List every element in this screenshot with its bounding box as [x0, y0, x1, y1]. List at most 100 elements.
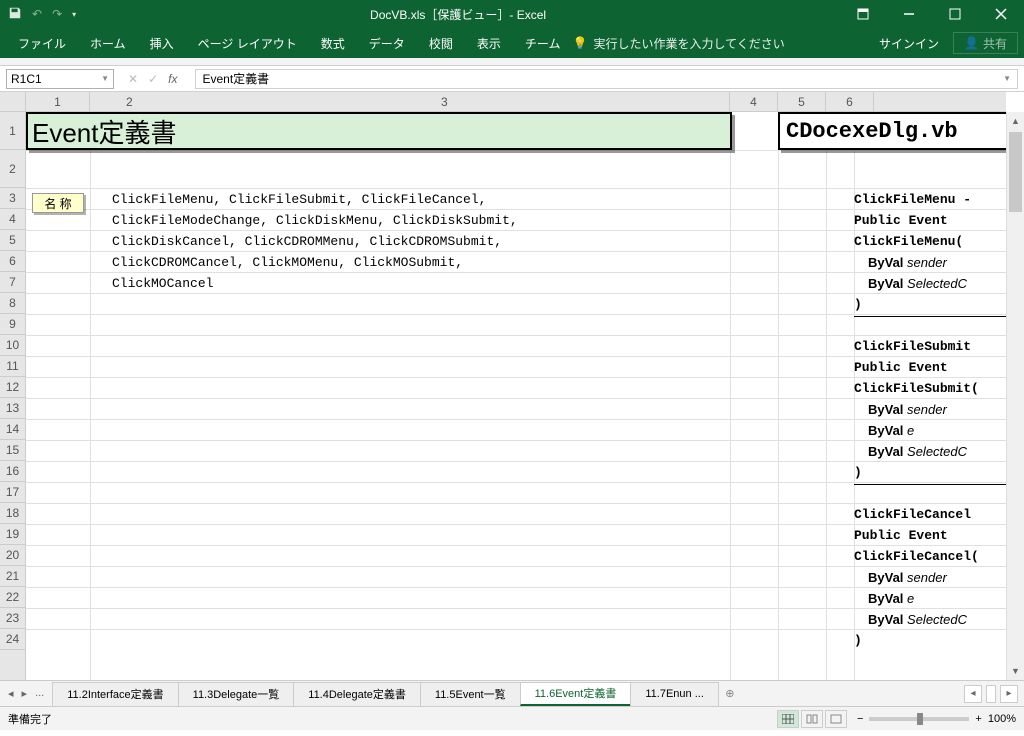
- row-header-3[interactable]: 3: [0, 188, 25, 209]
- rcell-r8[interactable]: ): [854, 297, 1024, 312]
- close-icon[interactable]: [978, 0, 1024, 28]
- hscroll-right-icon[interactable]: ▸: [1000, 685, 1018, 703]
- hscroll-track[interactable]: [986, 685, 996, 703]
- rcell-r12[interactable]: ClickFileSubmit(: [854, 381, 1024, 396]
- row-header-1[interactable]: 1: [0, 112, 25, 150]
- tab-formulas[interactable]: 数式: [309, 28, 357, 58]
- minimize-icon[interactable]: [886, 0, 932, 28]
- cell-code-row4[interactable]: ClickFileModeChange, ClickDiskMenu, Clic…: [112, 213, 518, 228]
- row-header-7[interactable]: 7: [0, 272, 25, 293]
- rcell-r7[interactable]: ByVal SelectedC: [854, 276, 1024, 292]
- rcell-r22[interactable]: ByVal e: [854, 591, 1024, 607]
- row-header-19[interactable]: 19: [0, 524, 25, 545]
- zoom-level[interactable]: 100%: [988, 713, 1016, 725]
- sheet-tab-event-list[interactable]: 11.5Event一覧: [420, 682, 521, 706]
- zoom-out-icon[interactable]: −: [857, 713, 863, 725]
- col-header-6[interactable]: 6: [826, 92, 874, 111]
- tab-insert[interactable]: 挿入: [138, 28, 186, 58]
- col-header-5[interactable]: 5: [778, 92, 826, 111]
- tab-review[interactable]: 校閲: [417, 28, 465, 58]
- col-header-2-3[interactable]: 23: [90, 92, 730, 111]
- row-header-24[interactable]: 24: [0, 629, 25, 650]
- redo-icon[interactable]: ↷: [52, 7, 62, 21]
- sheet-tab-event-def[interactable]: 11.6Event定義書: [520, 682, 632, 706]
- sheet-nav-next-icon[interactable]: ▸: [22, 687, 28, 700]
- row-header-23[interactable]: 23: [0, 608, 25, 629]
- rcell-r23[interactable]: ByVal SelectedC: [854, 612, 1024, 628]
- row-header-10[interactable]: 10: [0, 335, 25, 356]
- sheet-tab-delegate-list[interactable]: 11.3Delegate一覧: [178, 682, 295, 706]
- row-header-14[interactable]: 14: [0, 419, 25, 440]
- tab-page-layout[interactable]: ページ レイアウト: [186, 28, 309, 58]
- sheet-nav-more[interactable]: ...: [35, 687, 44, 700]
- row-header-4[interactable]: 4: [0, 209, 25, 230]
- cell-code-row6[interactable]: ClickCDROMCancel, ClickMOMenu, ClickMOSu…: [112, 255, 463, 270]
- cell-code-row3[interactable]: ClickFileMenu, ClickFileSubmit, ClickFil…: [112, 192, 486, 207]
- tell-me-search[interactable]: 💡 実行したい作業を入力してください: [572, 35, 784, 52]
- rcell-r3[interactable]: ClickFileMenu -: [854, 192, 1024, 207]
- save-icon[interactable]: [8, 6, 22, 23]
- scroll-down-icon[interactable]: ▼: [1007, 662, 1024, 680]
- view-page-break-icon[interactable]: [825, 710, 847, 728]
- rcell-r14[interactable]: ByVal e: [854, 423, 1024, 439]
- rcell-r21[interactable]: ByVal sender: [854, 570, 1024, 586]
- spreadsheet-grid[interactable]: 1 23 4 5 6 1 2 3 4 5 6 7 8 9 10 11 12 13…: [0, 92, 1024, 680]
- row-header-18[interactable]: 18: [0, 503, 25, 524]
- formula-bar[interactable]: Event定義書 ▼: [195, 69, 1018, 89]
- view-normal-icon[interactable]: [777, 710, 799, 728]
- cells-area[interactable]: Event定義書 CDocexeDlg.vb 名 称 ClickFileMenu…: [26, 112, 1006, 680]
- cell-title[interactable]: Event定義書: [26, 112, 732, 150]
- scroll-thumb[interactable]: [1009, 132, 1022, 212]
- vertical-scrollbar[interactable]: ▲ ▼: [1006, 112, 1024, 680]
- row-header-13[interactable]: 13: [0, 398, 25, 419]
- maximize-icon[interactable]: [932, 0, 978, 28]
- name-box[interactable]: R1C1 ▼: [6, 69, 114, 89]
- ribbon-options-icon[interactable]: [840, 0, 886, 28]
- row-header-6[interactable]: 6: [0, 251, 25, 272]
- row-header-12[interactable]: 12: [0, 377, 25, 398]
- rcell-r10[interactable]: ClickFileSubmit: [854, 339, 1024, 354]
- zoom-slider[interactable]: [869, 717, 969, 721]
- scroll-up-icon[interactable]: ▲: [1007, 112, 1024, 130]
- rcell-r15[interactable]: ByVal SelectedC: [854, 444, 1024, 460]
- row-header-22[interactable]: 22: [0, 587, 25, 608]
- sheet-tab-enum[interactable]: 11.7Enun ...: [630, 682, 719, 706]
- col-header-1[interactable]: 1: [26, 92, 90, 111]
- rcell-r20[interactable]: ClickFileCancel(: [854, 549, 1024, 564]
- zoom-in-icon[interactable]: +: [975, 713, 981, 725]
- rcell-r18[interactable]: ClickFileCancel: [854, 507, 1024, 522]
- formula-expand-icon[interactable]: ▼: [1003, 74, 1011, 83]
- row-header-11[interactable]: 11: [0, 356, 25, 377]
- tab-data[interactable]: データ: [357, 28, 417, 58]
- row-header-20[interactable]: 20: [0, 545, 25, 566]
- tab-file[interactable]: ファイル: [6, 28, 78, 58]
- signin-link[interactable]: サインイン: [865, 35, 953, 52]
- new-sheet-icon[interactable]: ⊕: [718, 687, 742, 700]
- rcell-r6[interactable]: ByVal sender: [854, 255, 1024, 271]
- row-header-21[interactable]: 21: [0, 566, 25, 587]
- row-header-16[interactable]: 16: [0, 461, 25, 482]
- select-all-corner[interactable]: [0, 92, 26, 112]
- column-headers[interactable]: 1 23 4 5 6: [26, 92, 1006, 112]
- qat-dropdown-icon[interactable]: ▾: [72, 10, 76, 19]
- col-header-4[interactable]: 4: [730, 92, 778, 111]
- sheet-tab-delegate-def[interactable]: 11.4Delegate定義書: [293, 682, 421, 706]
- rcell-r19[interactable]: Public Event: [854, 528, 1024, 543]
- rcell-r16[interactable]: ): [854, 465, 1024, 480]
- cell-code-row5[interactable]: ClickDiskCancel, ClickCDROMMenu, ClickCD…: [112, 234, 502, 249]
- namebox-dropdown-icon[interactable]: ▼: [101, 74, 109, 83]
- row-header-15[interactable]: 15: [0, 440, 25, 461]
- rcell-r13[interactable]: ByVal sender: [854, 402, 1024, 418]
- tab-view[interactable]: 表示: [465, 28, 513, 58]
- cell-name-label[interactable]: 名 称: [32, 193, 84, 213]
- share-button[interactable]: 👤 共有: [953, 32, 1018, 54]
- row-header-8[interactable]: 8: [0, 293, 25, 314]
- row-header-17[interactable]: 17: [0, 482, 25, 503]
- sheet-nav-prev-icon[interactable]: ◂: [8, 687, 14, 700]
- rcell-r5[interactable]: ClickFileMenu(: [854, 234, 1024, 249]
- hscroll-left-icon[interactable]: ◂: [964, 685, 982, 703]
- view-page-layout-icon[interactable]: [801, 710, 823, 728]
- rcell-r24[interactable]: ): [854, 633, 1024, 648]
- cell-file-title[interactable]: CDocexeDlg.vb: [778, 112, 1022, 150]
- cell-code-row7[interactable]: ClickMOCancel: [112, 276, 213, 291]
